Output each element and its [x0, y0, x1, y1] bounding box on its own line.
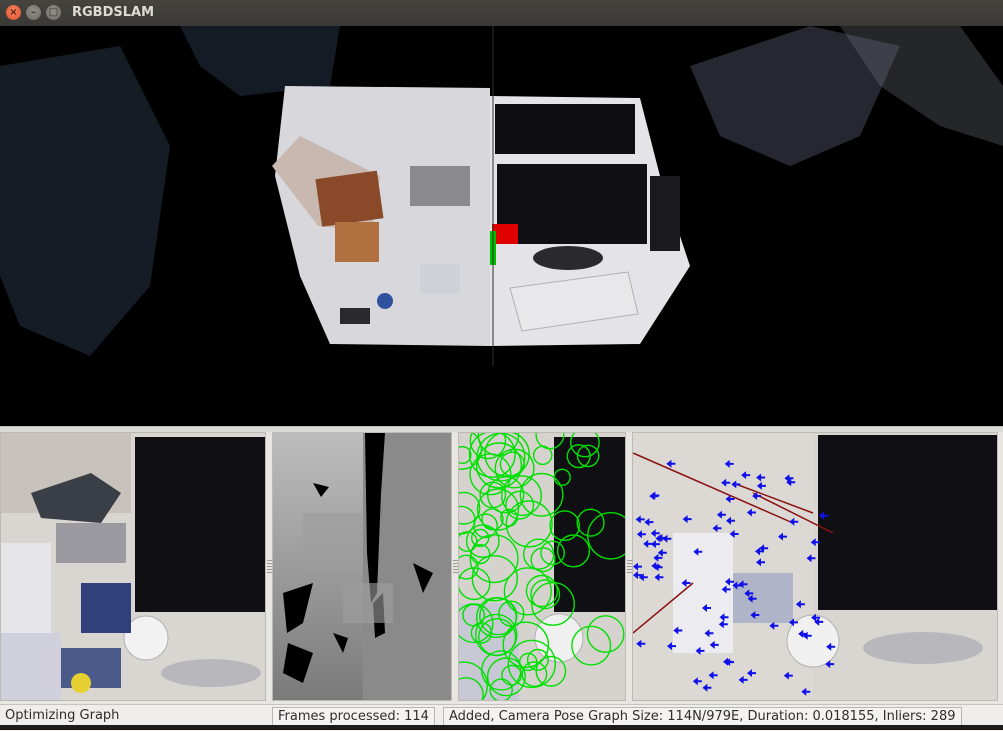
depth-image-pane: [272, 432, 452, 701]
terminal-peek: [0, 725, 1003, 730]
minimize-window-button[interactable]: –: [26, 5, 41, 20]
window-titlebar: × – □ RGBDSLAM: [0, 0, 1003, 27]
rgb-image-pane: [0, 432, 266, 701]
image-panes: [0, 432, 1003, 704]
window-title: RGBDSLAM: [72, 5, 155, 20]
status-message: Optimizing Graph: [5, 708, 120, 723]
frames-processed-label: Frames processed: 114: [272, 707, 435, 727]
maximize-window-button[interactable]: □: [46, 5, 61, 20]
close-window-button[interactable]: ×: [6, 5, 21, 20]
point-cloud-render: [0, 26, 1003, 366]
feature-matches-pane: [632, 432, 998, 701]
3d-point-cloud-view[interactable]: [0, 26, 1003, 426]
feature-keypoints-pane: [458, 432, 626, 701]
pose-graph-status: Added, Camera Pose Graph Size: 114N/979E…: [443, 707, 962, 727]
